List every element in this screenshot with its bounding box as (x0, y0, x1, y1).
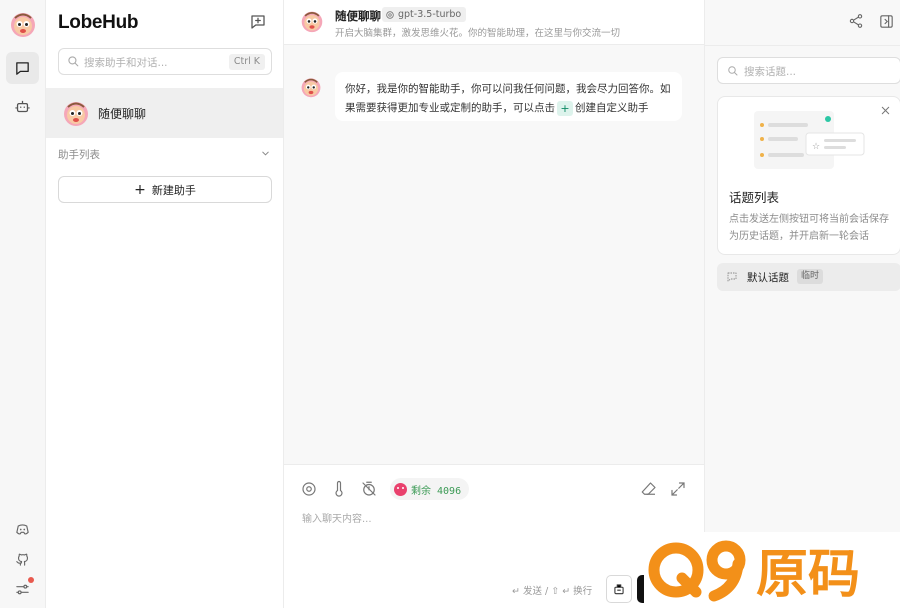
send-hint: ↵ 发送 / ⇧ ↵ 换行 (512, 586, 593, 597)
expand-button[interactable] (669, 480, 687, 498)
temporary-tag: 临时 (797, 269, 824, 284)
timer-off-icon (362, 481, 376, 496)
brain-settings-icon (302, 482, 316, 496)
model-tag[interactable]: gpt-3.5-turbo (382, 7, 467, 22)
assistant-avatar (64, 102, 88, 126)
openai-icon (386, 10, 394, 19)
session-search-input[interactable]: 搜索助手和对话... Ctrl K (58, 48, 272, 75)
search-shortcut-badge: Ctrl K (228, 54, 265, 70)
market-nav-button[interactable] (6, 90, 39, 122)
divider (705, 45, 900, 46)
discord-button[interactable] (6, 513, 39, 545)
thermometer-icon (335, 480, 343, 497)
search-icon (728, 66, 738, 76)
user-avatar[interactable] (9, 10, 37, 38)
topic-panel: 搜索话题... ☆ 话题列表 点击发送左侧按钮可将当前会话保存为历史话题，并开启… (704, 0, 900, 608)
new-assistant-button[interactable]: + 新建助手 (58, 176, 272, 203)
sliders-icon (16, 584, 29, 594)
chat-avatar[interactable] (300, 9, 324, 33)
topic-item-default[interactable]: 默认话题 临时 (717, 263, 900, 291)
model-name: gpt-3.5-turbo (398, 9, 462, 20)
svg-text:☆: ☆ (812, 142, 820, 152)
chat-nav-button[interactable] (6, 52, 39, 84)
topic-search-input[interactable]: 搜索话题... (717, 57, 900, 84)
token-face-icon (394, 482, 407, 496)
chevron-down-icon[interactable] (260, 148, 271, 159)
session-item[interactable]: 随便聊聊 (46, 88, 283, 138)
watermark-logo: 原码 (644, 532, 900, 608)
temperature-button[interactable] (330, 480, 348, 498)
message-dashed-icon (727, 272, 737, 282)
token-counter[interactable]: 剩余 4096 (390, 478, 470, 500)
session-sidebar: LobeHub 搜索助手和对话... Ctrl K 随便聊聊 助手列表 + 新建… (46, 0, 284, 608)
chat-input-field[interactable]: 输入聊天内容... (302, 510, 372, 525)
token-label: 剩余 4096 (411, 485, 462, 497)
bot-icon (15, 100, 30, 112)
new-assistant-label: 新建助手 (151, 183, 196, 197)
brand-logo: LobeHub (58, 12, 139, 33)
assistant-group-title[interactable]: 助手列表 (58, 147, 100, 162)
inline-plus-badge: + (557, 100, 573, 116)
eraser-icon (641, 482, 656, 495)
save-topic-button[interactable] (606, 575, 632, 603)
panel-toggle-icon[interactable] (878, 13, 895, 30)
chat-description: 开启大脑集群，激发思维火花。你的智能助理，在这里与你交流一切 (335, 28, 621, 39)
guide-description: 点击发送左侧按钮可将当前会话保存为历史话题，并开启新一轮会话 (729, 214, 889, 242)
session-name: 随便聊聊 (98, 107, 147, 121)
guide-title: 话题列表 (729, 190, 780, 205)
model-switch-button[interactable] (300, 480, 318, 498)
topic-illustration: ☆ (754, 111, 865, 169)
chat-bubble-icon (16, 61, 29, 75)
share-icon[interactable] (848, 13, 864, 29)
search-placeholder: 搜索助手和对话... (84, 57, 168, 69)
notification-dot (28, 577, 34, 583)
topic-guide-card: ☆ 话题列表 点击发送左侧按钮可将当前会话保存为历史话题，并开启新一轮会话 (717, 96, 900, 255)
chat-input-area: 剩余 4096 输入聊天内容... ↵ 发送 / ⇧ ↵ 换行 (284, 464, 704, 608)
chat-panel: 随便聊聊 gpt-3.5-turbo 开启大脑集群，激发思维火花。你的智能助理，… (284, 0, 704, 608)
discord-icon (16, 523, 29, 534)
nav-rail (0, 0, 46, 608)
assistant-message-avatar (301, 78, 321, 98)
github-button[interactable] (6, 543, 39, 575)
svg-text:原码: 原码 (756, 545, 860, 605)
message-text-2: 创建自定义助手 (575, 102, 649, 114)
topic-label: 默认话题 (747, 272, 789, 284)
new-chat-icon[interactable] (249, 13, 267, 31)
topic-search-placeholder: 搜索话题... (744, 66, 797, 78)
history-count-button[interactable] (360, 480, 378, 498)
clear-button[interactable] (640, 480, 658, 498)
chat-title: 随便聊聊 (335, 9, 381, 23)
search-icon (68, 56, 79, 67)
archive-icon (614, 584, 624, 595)
close-icon[interactable] (880, 105, 891, 116)
plus-icon: + (134, 181, 146, 198)
settings-button[interactable] (6, 573, 39, 605)
maximize-icon (671, 482, 685, 496)
chat-header: 随便聊聊 gpt-3.5-turbo 开启大脑集群，激发思维火花。你的智能助理，… (284, 0, 704, 45)
q9-watermark-logo: 原码 (648, 540, 860, 605)
assistant-message: 你好，我是你的智能助手，你可以问我任何问题，我会尽力回答你。如果需要获得更加专业… (335, 72, 682, 121)
github-icon (16, 553, 29, 566)
